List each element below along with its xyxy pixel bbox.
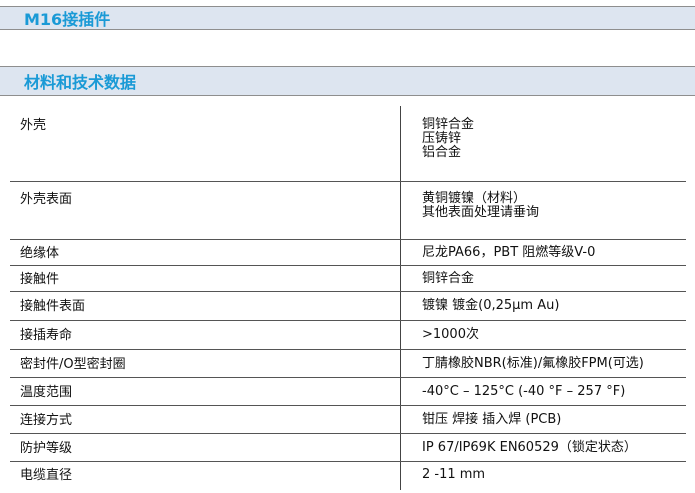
table-row: 温度范围 -40°C – 125°C (-40 °F – 257 °F) [10,378,686,406]
row-value: >1000次 [422,328,479,342]
row-value-line: >1000次 [422,327,479,342]
row-label: 电缆直径 [20,468,73,483]
row-value-line: 钳压 焊接 插入焊 (PCB) [422,412,562,427]
row-value-line: 其他表面处理请垂询 [422,205,540,220]
row-label: 接触件 [20,272,60,287]
row-value-line: 铜锌合金 [422,271,475,286]
product-title: M16接插件 [24,10,111,29]
table-row: 接插寿命 >1000次 [10,321,686,350]
spec-page: M16接插件 材料和技术数据 外壳 铜锌合金 压铸锌 铝合金 外壳表面 黄铜镀镍（材料）其… [0,0,695,493]
row-label: 外壳 [20,118,47,133]
row-label: 外壳表面 [20,192,73,207]
row-value-line: 镀镍 镀金(0,25μm Au) [422,298,560,313]
row-label: 接插寿命 [20,328,73,343]
row-label: 接触件表面 [20,299,86,314]
row-value: 铜锌合金 [422,272,474,286]
row-label: 温度范围 [20,385,73,400]
row-value-line: 丁腈橡胶NBR(标准)/氟橡胶FPM(可选) [422,356,644,371]
row-label: 连接方式 [20,413,73,428]
section-title-bar: 材料和技术数据 [0,66,695,96]
row-label: 防护等级 [20,441,73,456]
row-value-line: -40°C – 125°C (-40 °F – 257 °F) [422,384,626,399]
row-value: 丁腈橡胶NBR(标准)/氟橡胶FPM(可选) [422,357,644,371]
row-value-line: 压铸锌 [422,131,462,146]
row-label: 密封件/O型密封圈 [20,357,126,372]
row-value: -40°C – 125°C (-40 °F – 257 °F) [422,385,625,399]
row-value: IP 67/IP69K EN60529（锁定状态） [422,441,637,455]
row-value: 钳压 焊接 插入焊 (PCB) [422,413,561,427]
row-value-line: IP 67/IP69K EN60529（锁定状态） [422,440,637,455]
table-row: 外壳 铜锌合金 压铸锌 铝合金 [10,106,686,182]
section-title: 材料和技术数据 [24,73,137,92]
row-value-line: 铜锌合金 [422,117,475,132]
row-value-line: 尼龙PA66，PBT 阻燃等级V-0 [422,245,596,260]
row-value: 镀镍 镀金(0,25μm Au) [422,299,559,313]
table-row: 密封件/O型密封圈 丁腈橡胶NBR(标准)/氟橡胶FPM(可选) [10,350,686,378]
product-title-bar: M16接插件 [0,6,695,30]
row-value: 2 -11 mm [422,468,485,482]
row-value-line: 黄铜镀镍（材料） [422,191,527,206]
table-row: 接触件表面 镀镍 镀金(0,25μm Au) [10,292,686,321]
row-value: 黄铜镀镍（材料） 其他表面处理请垂询 [422,192,539,220]
table-row: 外壳表面 黄铜镀镍（材料） 其他表面处理请垂询 [10,182,686,240]
row-value-line: 2 -11 mm [422,467,486,482]
row-label: 绝缘体 [20,246,60,261]
table-row: 防护等级 IP 67/IP69K EN60529（锁定状态） [10,434,686,462]
table-row: 电缆直径 2 -11 mm [10,462,686,489]
row-value-line: 铝合金 [422,145,462,160]
table-row: 连接方式 钳压 焊接 插入焊 (PCB) [10,406,686,434]
row-value: 铜锌合金 压铸锌 铝合金 [422,118,474,160]
table-row: 绝缘体 尼龙PA66，PBT 阻燃等级V-0 [10,240,686,266]
row-value: 尼龙PA66，PBT 阻燃等级V-0 [422,246,595,260]
table-row: 接触件 铜锌合金 [10,266,686,292]
